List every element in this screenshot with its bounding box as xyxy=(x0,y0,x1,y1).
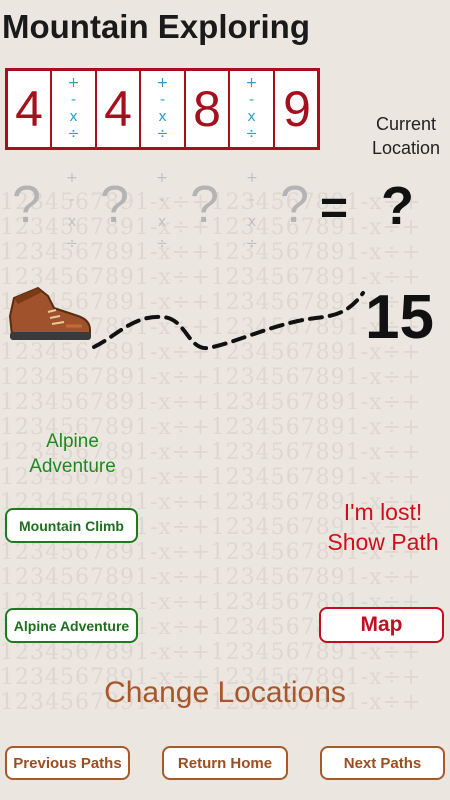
equals-sign: = xyxy=(320,182,349,235)
times-operator[interactable]: x xyxy=(158,109,166,126)
divide-operator[interactable]: ÷ xyxy=(68,126,80,143)
times-operator[interactable]: x xyxy=(69,109,77,126)
location-digit-4[interactable]: 9 xyxy=(275,71,319,147)
minus-operator[interactable]: - xyxy=(160,92,165,109)
change-locations-button[interactable]: Change Locations xyxy=(0,676,450,710)
current-location-label: Current Location xyxy=(371,114,441,158)
divide-operator[interactable]: ÷ xyxy=(157,126,169,143)
next-paths-button[interactable]: Next Paths xyxy=(320,746,445,780)
times-operator[interactable]: x xyxy=(247,109,255,126)
operator-column-1[interactable]: + - x ÷ xyxy=(52,71,97,147)
unknown-slot-2[interactable]: ? xyxy=(100,175,129,235)
show-path-button[interactable]: I'm lost! Show Path xyxy=(316,497,450,557)
target-unknown: ? xyxy=(381,176,414,236)
plus-operator[interactable]: + xyxy=(157,75,169,92)
return-home-button[interactable]: Return Home xyxy=(162,746,288,780)
unknown-slot-1[interactable]: ? xyxy=(12,175,41,235)
operator-column-2[interactable]: + - x ÷ xyxy=(141,71,186,147)
unknown-slot-4[interactable]: ? xyxy=(280,175,309,235)
page-title: Mountain Exploring xyxy=(2,8,310,45)
plus-operator[interactable]: + xyxy=(246,75,258,92)
location-digit-2[interactable]: 4 xyxy=(97,71,141,147)
current-path-name: Alpine Adventure xyxy=(29,431,116,477)
plus-operator[interactable]: + xyxy=(68,75,80,92)
hiking-boot-icon xyxy=(8,286,91,340)
operator-column-3[interactable]: + - x ÷ xyxy=(230,71,275,147)
unknown-operators-2: + - x ÷ xyxy=(156,170,168,252)
unknown-operators-3: + - x ÷ xyxy=(246,170,258,252)
map-button[interactable]: Map xyxy=(319,607,444,643)
location-digit-1[interactable]: 4 xyxy=(8,71,52,147)
equation-row: ? + - x ÷ ? + - x ÷ ? + - x ÷ ? = ? xyxy=(0,165,450,255)
dashed-trail-path xyxy=(92,291,365,351)
divide-operator[interactable]: ÷ xyxy=(246,126,258,143)
path-button-alpine-adventure[interactable]: Alpine Adventure xyxy=(5,608,138,643)
unknown-operators-1: + - x ÷ xyxy=(66,170,78,252)
location-digit-3[interactable]: 8 xyxy=(186,71,230,147)
minus-operator[interactable]: - xyxy=(71,92,76,109)
minus-operator[interactable]: - xyxy=(249,92,254,109)
previous-paths-button[interactable]: Previous Paths xyxy=(5,746,130,780)
unknown-slot-3[interactable]: ? xyxy=(190,175,219,235)
location-digits-panel: 4 + - x ÷ 4 + - x ÷ 8 + - x ÷ 9 xyxy=(5,68,320,150)
path-button-mountain-climb[interactable]: Mountain Climb xyxy=(5,508,138,543)
steps-remaining: 15 xyxy=(365,283,434,352)
